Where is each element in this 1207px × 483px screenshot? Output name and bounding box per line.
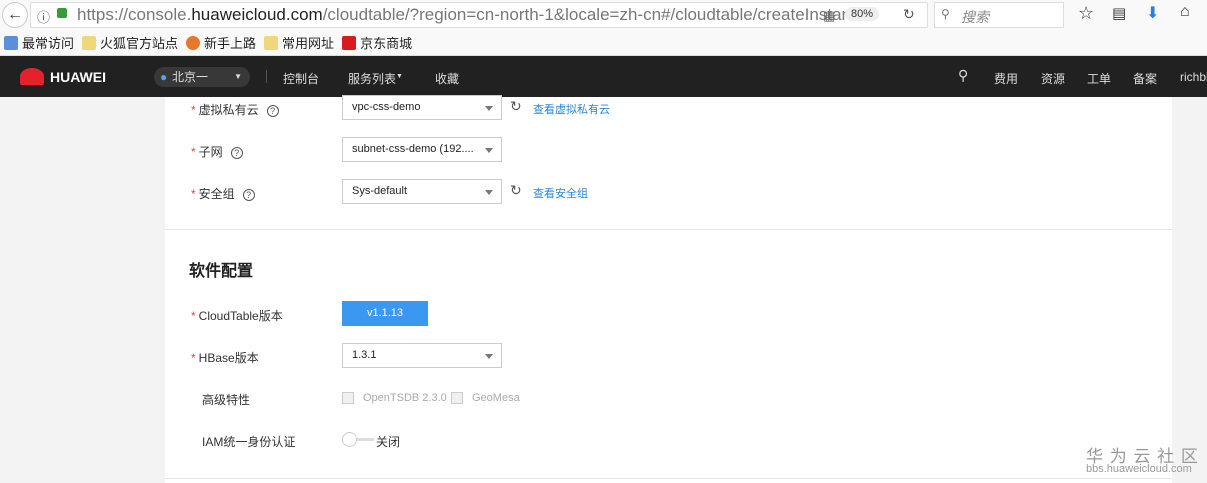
help-icon[interactable]: ?	[242, 189, 255, 201]
refresh-icon[interactable]: ↻	[510, 182, 522, 199]
reading-list-icon[interactable]: ▤	[1112, 4, 1126, 22]
bookmark-common-sites[interactable]: 常用网址	[264, 33, 334, 52]
select-value: Sys-default	[352, 185, 408, 197]
opentsdb-checkbox[interactable]	[342, 392, 354, 404]
watermark-url: bbs.huaweicloud.com	[1086, 463, 1192, 475]
advanced-features-label: 高级特性	[202, 393, 251, 407]
lock-icon	[57, 8, 67, 18]
search-icon: ⚲	[941, 7, 950, 21]
security-group-label: * 安全组?	[191, 185, 255, 202]
geomesa-checkbox[interactable]	[451, 392, 463, 404]
firefox-icon	[186, 35, 201, 50]
form-panel	[165, 97, 1172, 483]
nav-divider	[266, 70, 267, 83]
top-nav: HUAWEI ● 北京一 ▼ 控制台 服务列表 ▼ 收藏 ⚲ 费用 资源 工单 …	[0, 56, 1207, 97]
bookmark-jd[interactable]: 京东商城	[342, 33, 412, 52]
nav-service-list[interactable]: 服务列表	[348, 70, 396, 87]
refresh-icon[interactable]: ↻	[510, 98, 522, 115]
iam-auth-toggle[interactable]	[342, 432, 374, 447]
download-icon[interactable]: ⬇	[1146, 3, 1159, 23]
nav-billing[interactable]: 费用	[994, 70, 1018, 87]
label-text: HBase版本	[198, 351, 259, 365]
toggle-track	[356, 438, 374, 441]
section-divider	[165, 478, 1172, 479]
select-value: subnet-css-demo (192....	[352, 143, 474, 155]
reload-icon[interactable]: ↻	[903, 6, 915, 23]
hbase-version-label: * HBase版本	[191, 351, 259, 365]
home-icon[interactable]: ⌂	[1180, 3, 1190, 21]
url-rest: /cloudtable/?region=cn-north-1&locale=zh…	[322, 5, 847, 24]
bookmarks-bar: 最常访问 火狐官方站点 新手上路 常用网址 京东商城	[0, 30, 1207, 56]
chevron-down-icon	[485, 354, 493, 359]
most-visited-icon	[4, 35, 18, 50]
bookmark-label: 常用网址	[282, 36, 335, 51]
huawei-logo-icon	[20, 68, 44, 85]
hbase-version-select[interactable]: 1.3.1	[342, 343, 502, 368]
bookmark-star-icon[interactable]: ☆	[1078, 3, 1094, 24]
zoom-level[interactable]: 80%	[845, 7, 880, 21]
help-icon[interactable]: ?	[230, 147, 243, 159]
cloudtable-version-button[interactable]: v1.1.13	[342, 301, 428, 326]
nav-console[interactable]: 控制台	[283, 70, 319, 87]
bookmark-firefox-sites[interactable]: 火狐官方站点	[82, 33, 178, 52]
folder-icon	[82, 35, 97, 50]
select-value: vpc-css-demo	[352, 101, 421, 113]
jd-icon	[342, 35, 357, 50]
select-value: 1.3.1	[352, 349, 377, 361]
back-button[interactable]: ←	[2, 2, 28, 28]
chevron-down-icon	[485, 190, 493, 195]
bookmark-label: 京东商城	[360, 36, 413, 51]
bookmark-most-visited[interactable]: 最常访问	[4, 33, 74, 52]
opentsdb-label: OpenTSDB 2.3.0	[363, 392, 447, 404]
url-bar[interactable]: ⓘ https://console.huaweicloud.com/cloudt…	[30, 2, 928, 28]
nav-favorites[interactable]: 收藏	[435, 70, 459, 87]
location-pin-icon: ●	[160, 70, 168, 84]
search-icon[interactable]: ⚲	[958, 67, 968, 84]
url-prefix: https://console.	[77, 5, 192, 24]
subnet-label: * 子网?	[191, 143, 243, 160]
vpc-label: * 虚拟私有云?	[191, 101, 279, 118]
nav-icp[interactable]: 备案	[1133, 70, 1157, 87]
nav-resources[interactable]: 资源	[1041, 70, 1065, 87]
security-group-select[interactable]: Sys-default	[342, 179, 502, 204]
folder-icon	[264, 35, 279, 50]
chevron-down-icon: ▼	[234, 72, 242, 81]
cloudtable-version-label: * CloudTable版本	[191, 309, 283, 323]
bookmark-label: 火狐官方站点	[100, 36, 179, 51]
help-icon[interactable]: ?	[266, 105, 279, 117]
bookmark-getting-started[interactable]: 新手上路	[186, 33, 256, 52]
view-vpc-link[interactable]: 查看虚拟私有云	[533, 101, 610, 117]
label-text: 子网	[198, 145, 223, 159]
url-host: huaweicloud.com	[191, 5, 323, 24]
region-label: 北京一	[172, 70, 209, 84]
chevron-down-icon	[485, 106, 493, 111]
region-selector[interactable]: ● 北京一 ▼	[154, 67, 250, 87]
nav-user[interactable]: richbl	[1180, 70, 1207, 84]
geomesa-label: GeoMesa	[472, 392, 520, 404]
browser-search-input[interactable]: ⚲ 搜索	[934, 2, 1064, 28]
chevron-down-icon	[485, 148, 493, 153]
bookmark-label: 新手上路	[204, 36, 257, 51]
logo-text: HUAWEI	[50, 69, 106, 85]
section-title: 软件配置	[189, 263, 254, 280]
vpc-select[interactable]: vpc-css-demo	[342, 95, 502, 120]
browser-toolbar: ← ⓘ https://console.huaweicloud.com/clou…	[0, 0, 1207, 30]
section-divider	[165, 229, 1172, 230]
subnet-select[interactable]: subnet-css-demo (192....	[342, 137, 502, 162]
view-security-group-link[interactable]: 查看安全组	[533, 185, 588, 201]
label-text: CloudTable版本	[198, 309, 283, 323]
label-text: 虚拟私有云	[198, 103, 259, 117]
chevron-down-icon: ▼	[396, 73, 403, 80]
search-placeholder: 搜索	[961, 9, 989, 25]
qr-code-icon[interactable]: ▦	[823, 8, 835, 24]
label-text: 安全组	[198, 187, 235, 201]
iam-auth-state: 关闭	[376, 435, 401, 449]
iam-auth-label: IAM统一身份认证	[202, 435, 296, 449]
info-icon: ⓘ	[37, 10, 51, 25]
nav-tickets[interactable]: 工单	[1087, 70, 1111, 87]
toggle-knob	[342, 432, 357, 447]
bookmark-label: 最常访问	[22, 36, 75, 51]
